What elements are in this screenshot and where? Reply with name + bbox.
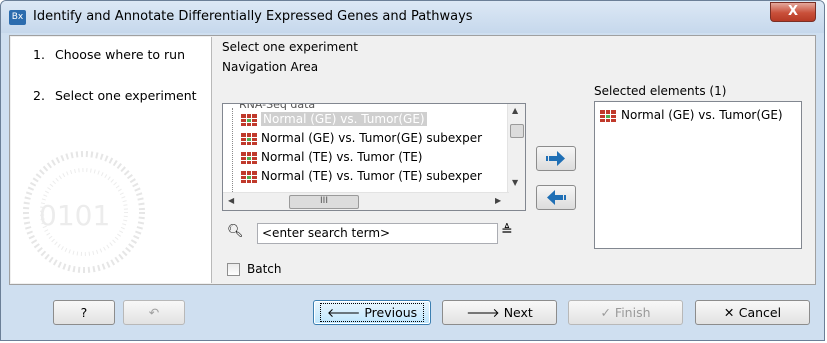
experiment-table-icon [241,132,257,145]
step-number: 2. [33,88,45,103]
tree-item[interactable]: Normal (GE) vs. Tumor(GE) subexper [225,129,482,148]
scroll-corner [508,193,525,210]
tree-item-label: Normal (GE) vs. Tumor(GE) subexper [261,131,483,145]
help-button[interactable]: ? [53,300,115,325]
experiment-table-icon [241,170,257,183]
scroll-right-icon[interactable]: ▶ [495,196,501,205]
remove-from-selected-button[interactable] [536,185,576,210]
vertical-scroll-thumb[interactable] [510,124,524,138]
batch-checkbox[interactable] [227,263,240,276]
selected-elements-label: Selected elements (1) [594,84,727,98]
title-bar[interactable]: Bx Identify and Annotate Differentially … [1,1,824,33]
scroll-down-icon[interactable]: ▼ [512,178,518,187]
dna-watermark-icon: 0101 [23,151,145,273]
tree-item[interactable]: Normal (TE) vs. Tumor (TE) [225,148,422,167]
section-title: Select one experiment [222,40,358,54]
cancel-button-label: Cancel [738,305,782,320]
previous-button[interactable]: 🡐 Previous [313,300,431,325]
step-label: Select one experiment [55,88,197,103]
tree-item[interactable]: Normal (GE) vs. Tumor(GE) [225,110,427,129]
finish-button[interactable]: ✓ Finish [568,300,683,325]
previous-button-label: Previous [364,305,418,320]
horizontal-scroll-thumb[interactable]: III [289,195,359,209]
batch-label: Batch [247,262,282,276]
experiment-table-icon [241,151,257,164]
selected-item-label: Normal (GE) vs. Tumor(GE) [621,108,783,122]
checkmark-icon: ✓ [600,305,615,320]
add-to-selected-button[interactable] [536,146,576,171]
selected-elements-list[interactable]: Normal (GE) vs. Tumor(GE) [594,101,802,249]
scroll-up-icon[interactable]: ▲ [512,106,518,115]
reset-button[interactable]: ↶ [123,300,185,325]
previous-button-content: 🡐 Previous [319,303,425,322]
arrow-left-icon [547,190,566,205]
cancel-icon: ✕ [723,305,739,320]
arrow-left-icon: 🡐 [326,305,365,320]
horizontal-scrollbar[interactable]: ◀ III ▶ [223,192,509,210]
cancel-button[interactable]: ✕ Cancel [695,300,810,325]
next-button[interactable]: 🡒 Next [442,300,557,325]
tree-item[interactable]: Normal (TE) vs. Tumor (TE) subexper [225,167,482,186]
undo-icon: ↶ [148,305,160,320]
window-title: Identify and Annotate Differentially Exp… [33,9,473,24]
navigation-tree[interactable]: RNA-Seq data Normal (GE) vs. Tumor(GE) N… [222,103,526,211]
close-button[interactable]: X [770,2,816,22]
scroll-left-icon[interactable]: ◀ [228,196,234,205]
experiment-table-icon [241,113,257,126]
finish-button-label: Finish [614,305,651,320]
search-input[interactable]: <enter search term> [257,223,498,244]
step-label: Choose where to run [55,47,185,62]
tree-item-label: Normal (TE) vs. Tumor (TE) [261,150,423,164]
tree-item-label: Normal (TE) vs. Tumor (TE) subexper [261,169,482,183]
steps-panel: 1. Choose where to run 2. Select one exper… [11,37,212,283]
step-select-one-experiment: 2. Select one experiment [33,88,197,103]
experiment-table-icon [600,109,616,122]
navigation-area-label: Navigation Area [222,60,319,74]
next-button-label: Next [503,305,533,320]
search-icon[interactable]: 🔍︎ [227,224,244,239]
step-choose-where-to-run: 1. Choose where to run [33,47,185,62]
svg-text:0101: 0101 [39,199,110,232]
arrow-right-icon: 🡒 [466,305,504,320]
search-options-icon[interactable]: ≜ [501,223,513,239]
tree-item-label: Normal (GE) vs. Tumor(GE) [261,112,427,126]
step-number: 1. [33,47,45,62]
dialog-window: Bx Identify and Annotate Differentially … [0,0,825,341]
app-icon: Bx [9,10,26,25]
selected-item[interactable]: Normal (GE) vs. Tumor(GE) [600,107,783,123]
vertical-scrollbar[interactable]: ▲ ▼ [507,104,525,193]
arrow-right-icon [546,151,565,166]
